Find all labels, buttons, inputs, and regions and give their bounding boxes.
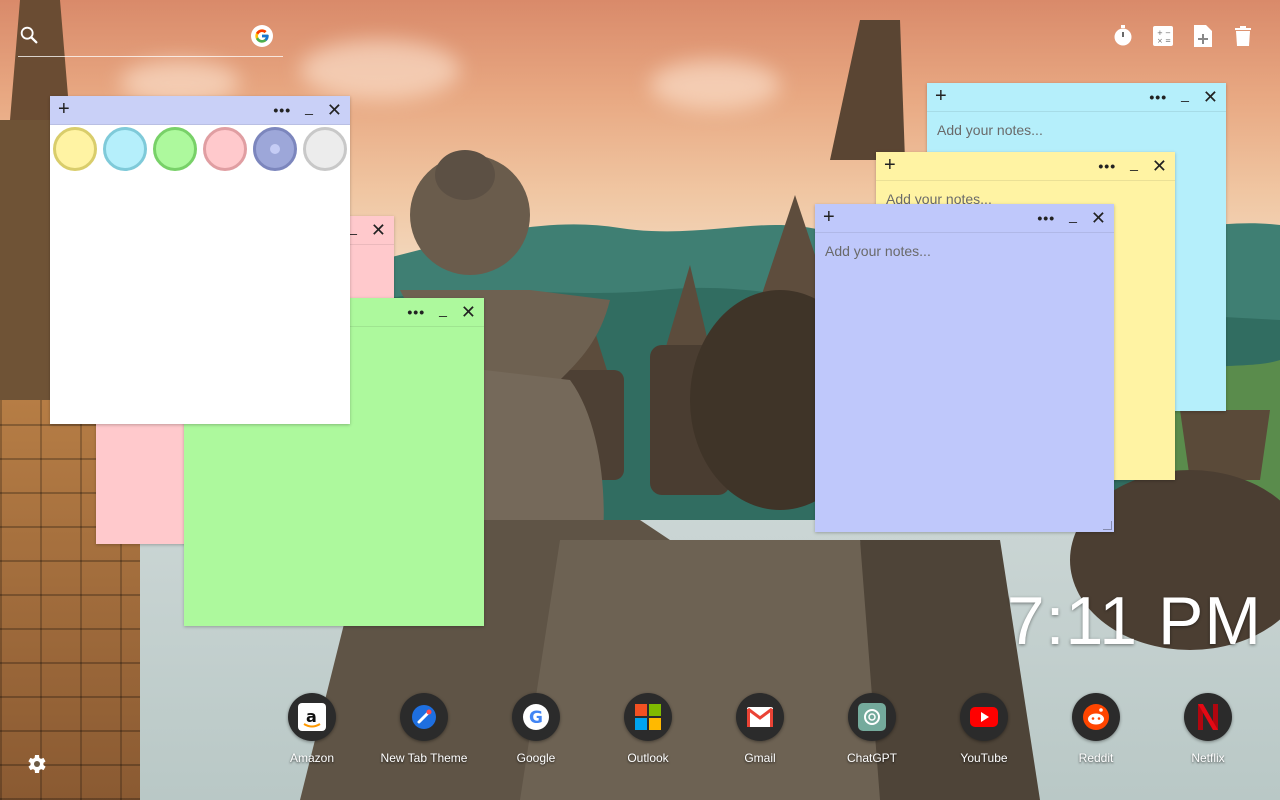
calculator-icon[interactable]: + − × = [1152,24,1174,48]
add-note-icon[interactable]: + [884,155,896,175]
more-options-icon[interactable]: ••• [1037,211,1055,225]
color-swatch-white[interactable] [303,127,347,171]
toolbar: + − × = [1112,24,1254,48]
minimize-icon[interactable]: _ [1069,208,1077,222]
add-file-icon[interactable] [1192,24,1214,48]
more-options-icon[interactable]: ••• [273,103,291,117]
color-swatch-pink[interactable] [203,127,247,171]
shortcut-amazon[interactable]: a Amazon [256,693,368,765]
add-note-icon[interactable]: + [823,207,835,227]
shortcut-dock: a Amazon New Tab Theme G Google Outlook … [256,693,1264,765]
more-options-icon[interactable]: ••• [407,305,425,319]
close-icon[interactable]: ✕ [1152,157,1167,175]
color-swatch-green[interactable] [153,127,197,171]
outlook-icon [624,693,672,741]
note-header[interactable]: + ••• _ ✕ [815,204,1114,233]
search-bar [18,22,283,57]
shortcut-netflix[interactable]: Netflix [1152,693,1264,765]
minimize-icon[interactable]: _ [439,302,447,316]
minimize-icon[interactable]: _ [305,100,313,114]
search-input[interactable] [48,24,242,52]
youtube-icon [960,693,1008,741]
more-options-icon[interactable]: ••• [1098,159,1116,173]
shortcut-chatgpt[interactable]: ChatGPT [816,693,928,765]
shortcut-new-tab-theme[interactable]: New Tab Theme [368,693,480,765]
resize-handle[interactable] [1103,521,1112,530]
selected-indicator [270,144,280,154]
clock: 7:11 PM [1006,583,1262,659]
shortcut-label: Google [516,751,556,765]
close-icon[interactable]: ✕ [1203,88,1218,106]
shortcut-label: Netflix [1191,751,1225,765]
shortcut-label: ChatGPT [846,751,897,765]
minimize-icon[interactable]: _ [349,220,357,234]
shortcut-label: New Tab Theme [380,751,468,765]
svg-text:+ −: + − [1157,29,1171,37]
color-swatch-yellow[interactable] [53,127,97,171]
svg-text:× =: × = [1157,37,1171,45]
google-icon: G [512,693,560,741]
add-note-icon[interactable]: + [935,86,947,106]
chatgpt-icon [848,693,896,741]
note-header[interactable]: + ••• _ ✕ [50,96,350,125]
shortcut-label: Amazon [289,751,335,765]
shortcut-google[interactable]: G Google [480,693,592,765]
shortcut-outlook[interactable]: Outlook [592,693,704,765]
search-icon[interactable] [18,24,40,46]
color-palette [50,125,350,175]
sticky-note-color-picker[interactable]: + ••• _ ✕ [50,96,350,424]
timer-icon[interactable] [1112,24,1134,48]
svg-text:G: G [529,708,543,728]
color-swatch-cyan[interactable] [103,127,147,171]
note-header[interactable]: + ••• _ ✕ [876,152,1175,181]
shortcut-label: YouTube [960,751,1008,765]
netflix-icon [1184,693,1232,741]
gmail-icon [736,693,784,741]
google-search-engine-icon[interactable] [251,25,273,47]
more-options-icon[interactable]: ••• [1149,90,1167,104]
close-icon[interactable]: ✕ [327,101,342,119]
close-icon[interactable]: ✕ [1091,209,1106,227]
close-icon[interactable]: ✕ [461,303,476,321]
shortcut-label: Reddit [1078,751,1114,765]
note-header[interactable]: + ••• _ ✕ [927,83,1226,112]
shortcut-youtube[interactable]: YouTube [928,693,1040,765]
add-note-icon[interactable]: + [58,99,70,119]
minimize-icon[interactable]: _ [1130,156,1138,170]
shortcut-label: Gmail [744,751,776,765]
color-swatch-blue[interactable] [253,127,297,171]
amazon-icon: a [288,693,336,741]
new-tab-theme-icon [400,693,448,741]
sticky-note-blue[interactable]: + ••• _ ✕ [815,204,1114,532]
settings-gear-icon[interactable] [24,752,48,776]
note-textarea[interactable] [815,233,1114,532]
svg-text:a: a [306,707,317,726]
shortcut-label: Outlook [627,751,669,765]
minimize-icon[interactable]: _ [1181,87,1189,101]
shortcut-gmail[interactable]: Gmail [704,693,816,765]
reddit-icon [1072,693,1120,741]
close-icon[interactable]: ✕ [371,221,386,239]
trash-icon[interactable] [1232,24,1254,48]
shortcut-reddit[interactable]: Reddit [1040,693,1152,765]
